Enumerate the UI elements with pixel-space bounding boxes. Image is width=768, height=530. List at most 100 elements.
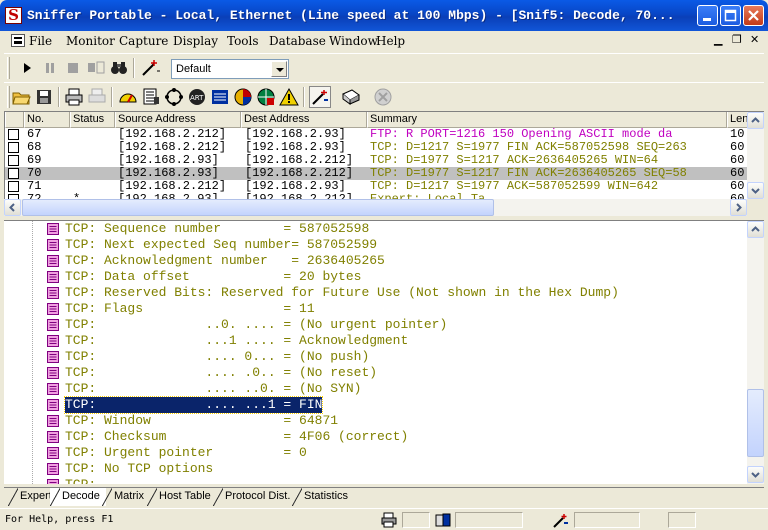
stop-capture-button[interactable] bbox=[62, 57, 84, 79]
packet-len: 60 bbox=[730, 180, 745, 193]
host-table-button[interactable] bbox=[140, 86, 162, 108]
column-header-source[interactable]: Source Address bbox=[115, 112, 241, 128]
tab-statistics[interactable]: Statistics bbox=[292, 488, 354, 506]
start-capture-button[interactable] bbox=[16, 57, 38, 79]
filter-wand-icon bbox=[142, 60, 160, 76]
matrix-button[interactable] bbox=[163, 86, 185, 108]
packet-dest: [192.168.2.93] bbox=[245, 128, 346, 141]
title-bar[interactable]: S Sniffer Portable - Local, Ethernet (Li… bbox=[0, 0, 768, 31]
main-toolbar: ART bbox=[4, 82, 764, 110]
packet-checkbox[interactable] bbox=[8, 155, 19, 166]
dashboard-button[interactable] bbox=[117, 86, 139, 108]
tab-protocol-dist[interactable]: Protocol Dist. bbox=[213, 488, 296, 506]
stop-and-display-button[interactable] bbox=[85, 57, 107, 79]
filter-profile-select[interactable]: Default bbox=[171, 59, 289, 79]
packet-row[interactable]: 69 [192.168.2.93] [192.168.2.212] TCP: D=19… bbox=[5, 154, 747, 167]
open-button[interactable] bbox=[10, 86, 32, 108]
packet-row[interactable]: 67 [192.168.2.212] [192.168.2.93] FTP: R PO… bbox=[5, 128, 747, 141]
print-button[interactable] bbox=[63, 86, 85, 108]
printer-icon bbox=[65, 88, 83, 106]
history-samples-button[interactable] bbox=[232, 86, 254, 108]
globe-icon bbox=[257, 88, 275, 106]
child-close-button[interactable]: ✕ bbox=[750, 33, 759, 47]
scroll-down-button[interactable] bbox=[747, 466, 764, 483]
chevron-left-icon bbox=[9, 203, 15, 212]
menu-help[interactable]: Help bbox=[376, 34, 405, 48]
packet-checkbox[interactable] bbox=[8, 129, 19, 140]
column-header-status[interactable]: Status bbox=[70, 112, 115, 128]
packet-row[interactable]: 71 [192.168.2.212] [192.168.2.93] TCP: D=12… bbox=[5, 180, 747, 193]
column-header-no[interactable]: No. bbox=[24, 112, 70, 128]
pause-capture-button[interactable] bbox=[39, 57, 61, 79]
decode-vertical-scrollbar[interactable] bbox=[747, 221, 764, 484]
menu-tools[interactable]: Tools bbox=[227, 34, 259, 48]
menu-display[interactable]: Display bbox=[173, 34, 218, 48]
decode-line-icon bbox=[47, 287, 59, 299]
scroll-up-button[interactable] bbox=[747, 221, 764, 238]
packet-row[interactable]: 70 [192.168.2.93] [192.168.2.212] TCP: D=19… bbox=[5, 167, 747, 180]
horizontal-scroll-thumb[interactable] bbox=[22, 199, 494, 216]
minimize-button[interactable] bbox=[697, 5, 718, 26]
save-button[interactable] bbox=[33, 86, 55, 108]
decode-line-text: TCP: Checksum = 4F06 (correct) bbox=[65, 429, 409, 444]
play-icon bbox=[24, 63, 31, 73]
decode-line-text: TCP: Urgent pointer = 0 bbox=[65, 445, 307, 460]
decode-line-icon bbox=[47, 223, 59, 235]
scroll-left-button[interactable] bbox=[4, 199, 21, 216]
packet-row[interactable]: 68 [192.168.2.212] [192.168.2.93] TCP: D=12… bbox=[5, 141, 747, 154]
scroll-up-button[interactable] bbox=[747, 112, 764, 129]
child-restore-button[interactable]: ❐ bbox=[732, 33, 742, 47]
child-minimize-button[interactable]: ▁ bbox=[714, 33, 722, 47]
decode-tree[interactable]: TCP: Sequence number = 587052598 TCP: Nex… bbox=[4, 221, 747, 484]
column-header-summary[interactable]: Summary bbox=[367, 112, 727, 128]
menu-monitor[interactable]: Monitor bbox=[66, 34, 115, 48]
column-header-check[interactable] bbox=[5, 112, 24, 128]
toolbar-grip[interactable] bbox=[7, 57, 10, 79]
vertical-scroll-thumb[interactable] bbox=[747, 389, 764, 457]
tab-decode[interactable]: Decode bbox=[50, 488, 106, 506]
chevron-down-icon[interactable] bbox=[271, 61, 287, 77]
tab-host-table[interactable]: Host Table bbox=[147, 488, 217, 506]
reset-button[interactable] bbox=[372, 86, 394, 108]
global-statistics-button[interactable] bbox=[255, 86, 277, 108]
menu-file[interactable]: File bbox=[29, 34, 52, 48]
menu-database[interactable]: Database bbox=[269, 34, 326, 48]
packet-list-vertical-scrollbar[interactable] bbox=[747, 111, 764, 199]
packet-list-horizontal-scrollbar[interactable] bbox=[4, 199, 747, 216]
menu-capture[interactable]: Capture bbox=[119, 34, 168, 48]
column-header-len[interactable]: Len bbox=[727, 112, 747, 128]
packet-checkbox[interactable] bbox=[8, 142, 19, 153]
packet-list[interactable]: No. Status Source Address Dest Address S… bbox=[4, 111, 747, 199]
decode-line-icon bbox=[47, 447, 59, 459]
display-capture-button[interactable] bbox=[108, 57, 130, 79]
scroll-right-button[interactable] bbox=[730, 199, 747, 216]
packet-checkbox[interactable] bbox=[8, 181, 19, 192]
decode-line-icon bbox=[47, 463, 59, 475]
select-settings-button[interactable] bbox=[340, 86, 362, 108]
alarm-log-button[interactable] bbox=[278, 86, 300, 108]
packet-checkbox[interactable] bbox=[8, 168, 19, 179]
scroll-down-button[interactable] bbox=[747, 182, 764, 199]
column-header-dest[interactable]: Dest Address bbox=[241, 112, 367, 128]
art-button[interactable]: ART bbox=[186, 86, 208, 108]
document-window-icon[interactable] bbox=[11, 34, 25, 47]
packet-no: 70 bbox=[27, 167, 42, 180]
close-button[interactable] bbox=[743, 5, 764, 26]
define-filter-button[interactable] bbox=[139, 57, 161, 79]
packet-no: 71 bbox=[27, 180, 42, 193]
response-chart-icon bbox=[212, 90, 228, 104]
print-preview-button[interactable] bbox=[86, 86, 108, 108]
packet-summary: FTP: R PORT=1216 150 Opening ASCII mode … bbox=[370, 128, 673, 141]
tab-matrix[interactable]: Matrix bbox=[102, 488, 150, 506]
application-response-button[interactable] bbox=[209, 86, 231, 108]
define-filter-toggle-button[interactable] bbox=[309, 86, 331, 108]
packet-dest: [192.168.2.212] bbox=[245, 167, 354, 180]
packet-source: [192.168.2.93] bbox=[118, 154, 219, 167]
packet-summary: TCP: D=1977 S=1217 FIN ACK=2636405265 SE… bbox=[370, 167, 687, 180]
packet-source: [192.168.2.93] bbox=[118, 167, 219, 180]
decode-line-text: TCP: Reserved Bits: Reserved for Future … bbox=[65, 285, 619, 300]
app-logo-icon[interactable]: S bbox=[5, 7, 22, 24]
maximize-button[interactable] bbox=[720, 5, 741, 26]
menu-window[interactable]: Window bbox=[329, 34, 378, 48]
status-help-text: For Help, press F1 bbox=[5, 514, 114, 525]
